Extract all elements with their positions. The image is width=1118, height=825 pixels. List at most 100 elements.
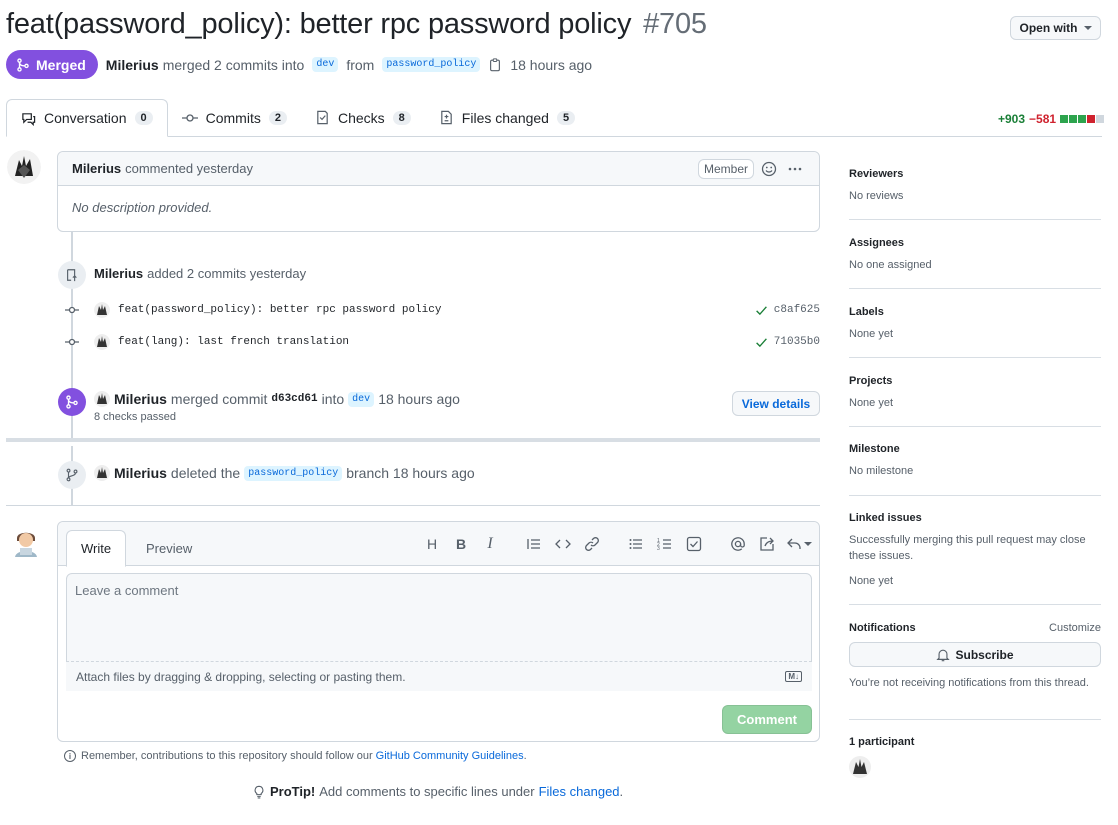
subscribe-button[interactable]: Subscribe (849, 642, 1101, 667)
tab-count: 0 (134, 111, 153, 125)
labels-title[interactable]: Labels (849, 306, 1101, 318)
diffstat: +903 −581 (998, 112, 1105, 126)
cross-reference-icon[interactable] (755, 532, 779, 556)
event-author[interactable]: Milerius (94, 266, 143, 281)
mention-icon[interactable] (726, 532, 750, 556)
tab-conversation[interactable]: Conversation 0 (6, 99, 168, 137)
guidelines-note: i Remember, contributions to this reposi… (64, 750, 527, 762)
tab-write[interactable]: Write (66, 530, 127, 567)
commit-sha[interactable]: 71035b0 (774, 336, 820, 348)
event-time: 18 hours ago (378, 391, 460, 407)
linked-issues-title: Linked issues (849, 512, 1101, 524)
link-icon[interactable] (580, 532, 604, 556)
view-details-button[interactable]: View details (732, 391, 820, 416)
linked-issues-value: None yet (849, 575, 894, 587)
section-title: Notifications (849, 622, 916, 634)
files-changed-link[interactable]: Files changed (539, 784, 620, 799)
markdown-icon[interactable]: M↓ (785, 671, 802, 682)
reply-icon[interactable] (784, 532, 814, 556)
customize-link[interactable]: Customize (1049, 622, 1101, 634)
chevron-down-icon (804, 542, 812, 546)
protip: ProTip! Add comments to specific lines u… (252, 784, 623, 799)
tab-label: Checks (337, 109, 385, 126)
bold-icon[interactable]: B (449, 532, 473, 556)
event-author[interactable]: Milerius (114, 391, 167, 407)
merge-icon (58, 388, 86, 416)
open-with-button[interactable]: Open with (1010, 16, 1101, 40)
head-branch[interactable]: password_policy (382, 57, 481, 72)
avatar[interactable] (94, 302, 110, 318)
smiley-icon[interactable] (761, 161, 777, 177)
commit-icon (65, 338, 79, 346)
comment-button[interactable]: Comment (722, 705, 812, 734)
merge-commit-sha[interactable]: d63cd61 (271, 393, 317, 405)
base-branch[interactable]: dev (348, 391, 375, 407)
section-title: Reviewers (849, 168, 904, 180)
task-list-icon[interactable] (682, 532, 706, 556)
markdown-toolbar: H B I 123 (420, 532, 814, 556)
commit-icon (181, 113, 198, 122)
check-icon[interactable] (755, 336, 768, 349)
protip-end: . (619, 784, 624, 799)
attach-files-area[interactable]: Attach files by dragging & dropping, sel… (66, 661, 812, 691)
commit-message[interactable]: feat(password_policy): better rpc passwo… (118, 304, 441, 316)
event-author[interactable]: Milerius (114, 465, 167, 481)
commit-sha-group: c8af625 (755, 304, 820, 317)
italic-icon[interactable]: I (478, 532, 502, 556)
checks-passed: 8 checks passed (94, 411, 176, 423)
divider (6, 438, 820, 442)
base-branch[interactable]: dev (312, 57, 339, 72)
tab-count: 2 (268, 110, 287, 125)
status-label: Merged (36, 56, 86, 73)
tab-files-changed[interactable]: Files changed 5 (425, 99, 589, 136)
tab-preview[interactable]: Preview (132, 530, 206, 567)
tab-commits[interactable]: Commits 2 (168, 99, 301, 136)
tab-checks[interactable]: Checks 8 (301, 99, 425, 136)
repo-push-icon (58, 261, 86, 289)
chevron-down-icon (1083, 26, 1092, 30)
sidebar-notifications: Notifications Customize Subscribe You’re… (849, 622, 1101, 720)
avatar[interactable] (7, 150, 41, 184)
check-icon[interactable] (755, 304, 768, 317)
sidebar-linked-issues: Linked issues Successfully merging this … (849, 512, 1101, 605)
info-icon: i (64, 750, 76, 762)
merge-icon (17, 57, 29, 72)
copy-icon[interactable] (488, 57, 502, 72)
event-time: branch 18 hours ago (346, 465, 475, 481)
kebab-horizontal-icon[interactable] (787, 161, 803, 177)
commit-row: feat(lang): last french translation 7103… (64, 332, 820, 352)
pr-tabs: Conversation 0 Commits 2 Checks 8 Files … (6, 99, 1102, 137)
page-title: feat(password_policy): better rpc passwo… (6, 8, 707, 41)
delete-branch-event: Milerius deleted the password_policy bra… (94, 465, 475, 481)
milestone-title[interactable]: Milestone (849, 443, 1101, 455)
commit-sha[interactable]: c8af625 (774, 304, 820, 316)
status-badge: Merged (6, 50, 98, 79)
reviewers-title[interactable]: Reviewers (849, 168, 1101, 180)
sidebar-projects: Projects None yet (849, 375, 1101, 427)
unordered-list-icon[interactable] (624, 532, 648, 556)
divider (6, 505, 820, 506)
section-title: Projects (849, 375, 893, 387)
milestone-value: No milestone (849, 465, 914, 477)
current-user-avatar[interactable] (9, 524, 43, 558)
heading-icon[interactable]: H (420, 532, 444, 556)
participant-avatar[interactable] (849, 756, 871, 778)
notifications-note: You’re not receiving notifications from … (849, 677, 1089, 689)
attach-text: Attach files by dragging & dropping, sel… (76, 669, 406, 684)
checklist-icon (317, 110, 328, 125)
code-icon[interactable] (551, 532, 575, 556)
commits-added-event: Milerius added 2 commits yesterday (94, 266, 306, 281)
tab-label: Conversation (44, 110, 127, 126)
ordered-list-icon[interactable]: 123 (653, 532, 677, 556)
projects-title[interactable]: Projects (849, 375, 1101, 387)
avatar[interactable] (94, 465, 110, 481)
guidelines-link[interactable]: GitHub Community Guidelines (376, 750, 524, 762)
assignees-title[interactable]: Assignees (849, 237, 1101, 249)
comment-editor: Write Preview H B I 123 Leave a comment … (57, 521, 820, 742)
avatar[interactable] (94, 391, 110, 407)
commit-message[interactable]: feat(lang): last french translation (118, 336, 349, 348)
comment-author[interactable]: Milerius (72, 161, 121, 176)
avatar[interactable] (94, 334, 110, 350)
author-link[interactable]: Milerius (106, 57, 159, 73)
quote-icon[interactable] (522, 532, 546, 556)
